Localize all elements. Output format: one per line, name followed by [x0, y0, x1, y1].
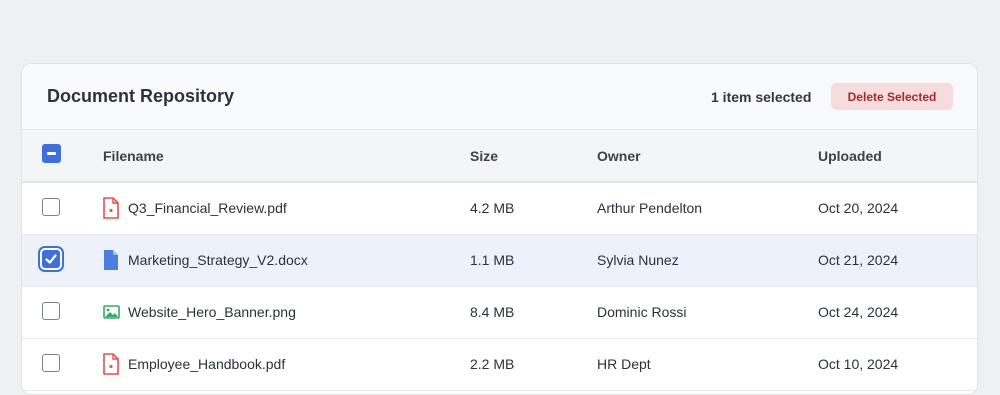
filename-cell[interactable]: Website_Hero_Banner.png [128, 304, 296, 320]
uploaded-cell: Oct 21, 2024 [818, 252, 899, 268]
owner-cell: Dominic Rossi [597, 304, 687, 320]
uploaded-cell: Oct 24, 2024 [818, 304, 899, 320]
size-cell: 2.2 MB [470, 356, 515, 372]
table-row[interactable]: Q3_Financial_Review.pdf 4.2 MB Arthur Pe… [22, 183, 977, 235]
size-cell: 4.2 MB [470, 200, 515, 216]
table-row[interactable]: Employee_Handbook.pdf 2.2 MB HR Dept Oct… [22, 339, 977, 391]
selection-count: 1 item selected [711, 89, 812, 105]
row-checkbox[interactable] [42, 250, 60, 268]
image-file-icon [103, 301, 120, 323]
owner-cell: Arthur Pendelton [597, 200, 703, 216]
row-checkbox[interactable] [42, 198, 60, 216]
page-title: Document Repository [47, 86, 235, 106]
column-header-uploaded[interactable]: Uploaded [818, 148, 882, 164]
indeterminate-dash-icon [47, 152, 56, 155]
filename-cell[interactable]: Employee_Handbook.pdf [128, 356, 285, 372]
panel-header: Document Repository 1 item selected Dele… [22, 64, 977, 130]
filename-cell[interactable]: Q3_Financial_Review.pdf [128, 200, 287, 216]
row-checkbox[interactable] [42, 354, 60, 372]
column-header-owner[interactable]: Owner [597, 148, 641, 164]
owner-cell: Sylvia Nunez [597, 252, 679, 268]
pdf-file-icon [103, 353, 119, 375]
row-checkbox[interactable] [42, 302, 60, 320]
select-all-checkbox[interactable] [42, 144, 61, 163]
uploaded-cell: Oct 10, 2024 [818, 356, 899, 372]
delete-selected-button[interactable]: Delete Selected [831, 83, 953, 110]
size-cell: 8.4 MB [470, 304, 515, 320]
filename-cell[interactable]: Marketing_Strategy_V2.docx [128, 252, 308, 268]
table-row[interactable]: Website_Hero_Banner.png 8.4 MB Dominic R… [22, 287, 977, 339]
pdf-file-icon [103, 197, 119, 219]
table-header: Filename Size Owner Uploaded [22, 130, 977, 183]
table-body: Q3_Financial_Review.pdf 4.2 MB Arthur Pe… [22, 183, 977, 391]
column-header-size[interactable]: Size [470, 148, 498, 164]
doc-file-icon [103, 249, 119, 271]
document-repository-panel: Document Repository 1 item selected Dele… [21, 63, 978, 395]
owner-cell: HR Dept [597, 356, 651, 372]
checkmark-icon [45, 254, 57, 264]
size-cell: 1.1 MB [470, 252, 515, 268]
uploaded-cell: Oct 20, 2024 [818, 200, 899, 216]
table-row[interactable]: Marketing_Strategy_V2.docx 1.1 MB Sylvia… [22, 235, 977, 287]
column-header-filename[interactable]: Filename [103, 148, 164, 164]
